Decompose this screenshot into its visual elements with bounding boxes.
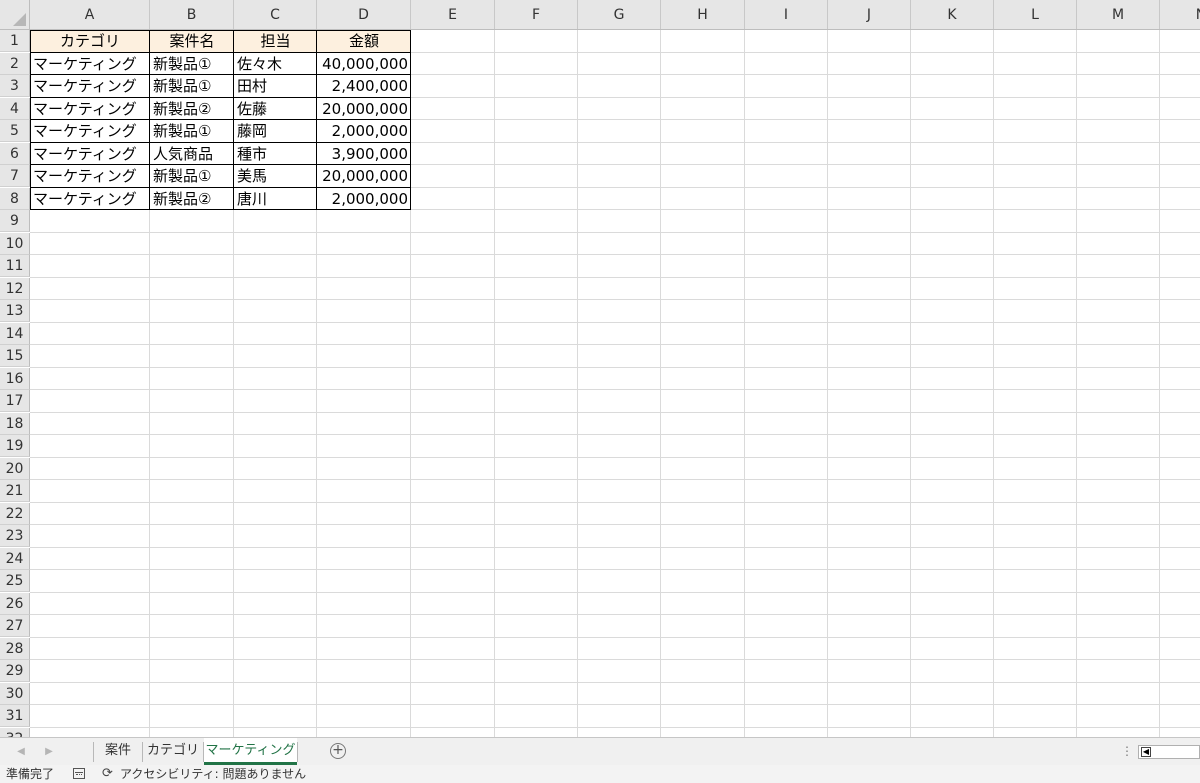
row-header-19[interactable]: 19: [0, 435, 30, 457]
row-header-29[interactable]: 29: [0, 660, 30, 682]
sheet-tab-bar: ◀ ▶ 案件 カテゴリ マーケティング + ⋮ ◀: [0, 737, 1200, 766]
row-header-23[interactable]: 23: [0, 525, 30, 547]
scroll-left-icon[interactable]: ◀: [1141, 747, 1151, 757]
column-header-i[interactable]: I: [745, 0, 828, 29]
sheet-tab-marketing[interactable]: マーケティング: [204, 738, 297, 765]
column-header-c[interactable]: C: [234, 0, 317, 29]
table-header-cell[interactable]: カテゴリ: [30, 30, 150, 53]
row-header-28[interactable]: 28: [0, 637, 30, 660]
table-cell[interactable]: マーケティング: [30, 120, 150, 143]
table-cell[interactable]: 新製品②: [150, 98, 234, 121]
status-accessibility[interactable]: アクセシビリティ: 問題ありません: [120, 766, 306, 782]
table-cell[interactable]: 田村: [234, 75, 317, 98]
column-header-m[interactable]: M: [1077, 0, 1160, 29]
table-cell[interactable]: 2,400,000: [317, 75, 411, 98]
column-header-d[interactable]: D: [317, 0, 411, 29]
column-header-j[interactable]: J: [828, 0, 911, 29]
row-header-27[interactable]: 27: [0, 615, 30, 637]
table-cell[interactable]: 20,000,000: [317, 98, 411, 121]
table-cell[interactable]: 2,000,000: [317, 120, 411, 143]
table-cell[interactable]: 新製品①: [150, 75, 234, 98]
table-cell[interactable]: マーケティング: [30, 188, 150, 211]
table-header-cell[interactable]: 案件名: [150, 30, 234, 53]
column-header-l[interactable]: L: [994, 0, 1077, 29]
table-cell[interactable]: マーケティング: [30, 98, 150, 121]
table-header-cell[interactable]: 金額: [317, 30, 411, 53]
row-header-10[interactable]: 10: [0, 232, 30, 255]
horizontal-scrollbar[interactable]: ◀: [1138, 745, 1200, 759]
tab-separator: [297, 742, 298, 762]
sheet-tab-category[interactable]: カテゴリ: [143, 738, 203, 764]
table-header-cell[interactable]: 担当: [234, 30, 317, 53]
table-cell[interactable]: 藤岡: [234, 120, 317, 143]
row-header-16[interactable]: 16: [0, 367, 30, 390]
table-cell[interactable]: 2,000,000: [317, 188, 411, 211]
row-header-9[interactable]: 9: [0, 210, 30, 232]
row-header-17[interactable]: 17: [0, 390, 30, 412]
table-cell[interactable]: 種市: [234, 143, 317, 166]
row-header-11[interactable]: 11: [0, 255, 30, 277]
row-header-6[interactable]: 6: [0, 142, 30, 165]
table-cell[interactable]: 新製品①: [150, 165, 234, 188]
row-header-5[interactable]: 5: [0, 120, 30, 142]
table-cell[interactable]: 40,000,000: [317, 53, 411, 76]
column-header-h[interactable]: H: [661, 0, 745, 29]
accessibility-icon[interactable]: ⟳: [102, 767, 116, 781]
column-header-g[interactable]: G: [578, 0, 661, 29]
row-header-22[interactable]: 22: [0, 502, 30, 525]
row-header-26[interactable]: 26: [0, 592, 30, 615]
table-cell[interactable]: 佐々木: [234, 53, 317, 76]
table-cell[interactable]: 新製品①: [150, 120, 234, 143]
table-cell[interactable]: 3,900,000: [317, 143, 411, 166]
column-header-k[interactable]: K: [911, 0, 994, 29]
row-header-7[interactable]: 7: [0, 165, 30, 187]
table-cell[interactable]: マーケティング: [30, 53, 150, 76]
worksheet-grid[interactable]: ABCDEFGHIJKLMN 1234567891011121314151617…: [0, 0, 1200, 737]
table-cell[interactable]: マーケティング: [30, 75, 150, 98]
column-header-n[interactable]: N: [1160, 0, 1200, 29]
column-header-row: ABCDEFGHIJKLMN: [0, 0, 1200, 30]
calendar-icon[interactable]: [73, 768, 85, 779]
table-cell[interactable]: 唐川: [234, 188, 317, 211]
table-cell[interactable]: 20,000,000: [317, 165, 411, 188]
table-cell[interactable]: 美馬: [234, 165, 317, 188]
column-header-f[interactable]: F: [495, 0, 578, 29]
row-header-32[interactable]: 32: [0, 727, 30, 737]
prev-sheet-arrow-icon[interactable]: ◀: [16, 745, 26, 759]
column-header-b[interactable]: B: [150, 0, 234, 29]
row-header-21[interactable]: 21: [0, 480, 30, 502]
next-sheet-arrow-icon[interactable]: ▶: [44, 745, 54, 759]
row-header-3[interactable]: 3: [0, 75, 30, 97]
row-header-30[interactable]: 30: [0, 682, 30, 705]
plus-circle-icon[interactable]: +: [330, 743, 346, 759]
column-header-e[interactable]: E: [411, 0, 495, 29]
row-header-4[interactable]: 4: [0, 97, 30, 120]
column-header-a[interactable]: A: [30, 0, 150, 29]
row-header-8[interactable]: 8: [0, 187, 30, 210]
row-header-1[interactable]: 1: [0, 30, 30, 52]
sheet-tab-anken[interactable]: 案件: [94, 738, 142, 764]
table-cell[interactable]: 佐藤: [234, 98, 317, 121]
table-cell[interactable]: マーケティング: [30, 143, 150, 166]
row-header-12[interactable]: 12: [0, 277, 30, 300]
row-header-18[interactable]: 18: [0, 412, 30, 435]
row-header-15[interactable]: 15: [0, 345, 30, 367]
status-ready: 準備完了: [6, 767, 55, 781]
table-cell[interactable]: 人気商品: [150, 143, 234, 166]
more-options-icon[interactable]: ⋮: [1121, 744, 1133, 758]
row-header-25[interactable]: 25: [0, 570, 30, 592]
row-header-2[interactable]: 2: [0, 52, 30, 75]
row-header-14[interactable]: 14: [0, 322, 30, 345]
select-all-button[interactable]: [0, 0, 30, 29]
table-cell[interactable]: 新製品①: [150, 53, 234, 76]
table-cell[interactable]: マーケティング: [30, 165, 150, 188]
status-bar: 準備完了 ⟳ アクセシビリティ: 問題ありません: [0, 765, 1200, 783]
row-header-24[interactable]: 24: [0, 547, 30, 570]
row-header-13[interactable]: 13: [0, 300, 30, 322]
row-header-20[interactable]: 20: [0, 457, 30, 480]
row-header-31[interactable]: 31: [0, 705, 30, 727]
table-cell[interactable]: 新製品②: [150, 188, 234, 211]
